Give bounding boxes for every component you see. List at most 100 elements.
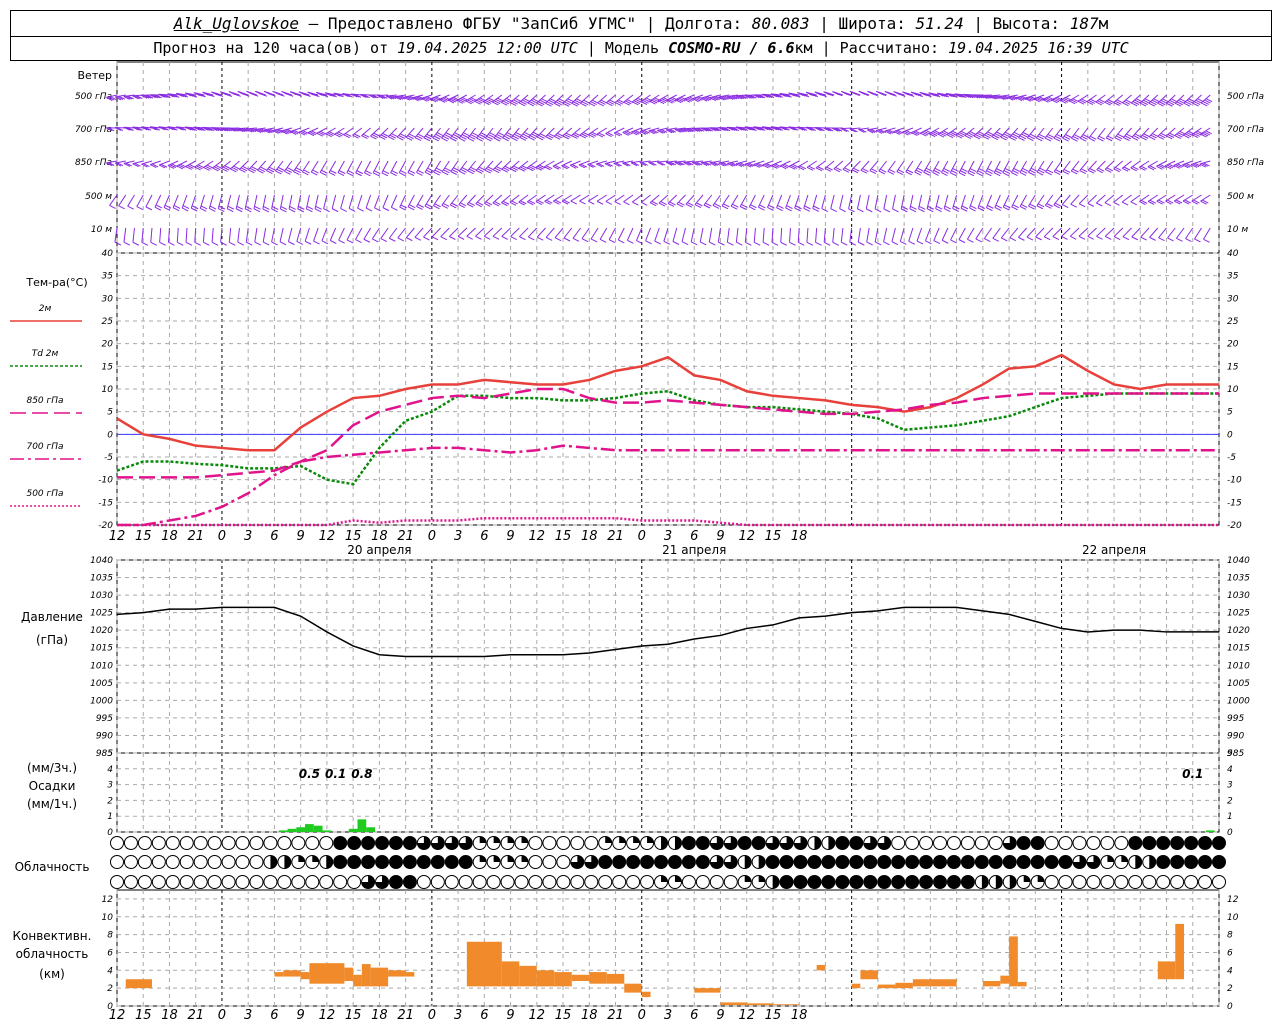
cloud-symbol-fill [521, 836, 529, 843]
wind-barb-feather [150, 241, 157, 246]
cloud-symbol-circle [1128, 875, 1143, 889]
wind-barb-staff [509, 194, 520, 203]
cloud-symbol-circle [1086, 836, 1101, 850]
wind-barb [1192, 94, 1204, 107]
wind-barb [449, 227, 459, 240]
cloud-symbol [361, 855, 376, 869]
wind-barb [1095, 194, 1106, 207]
cloud-symbol [891, 836, 906, 850]
cloud-symbol [695, 836, 710, 850]
cloud-symbol-circle [1184, 855, 1199, 869]
wind-barb-feather [605, 200, 613, 205]
temperature-ytick-left: 5 [107, 408, 113, 418]
wind-barb-feather [994, 170, 1002, 175]
wind-barb [510, 227, 520, 240]
cloud-symbol-circle [137, 855, 152, 869]
wind-barb [441, 194, 450, 209]
wind-barb-staff [545, 227, 555, 238]
wind-barb-feather [1003, 206, 1010, 211]
wind-barb-staff [519, 227, 529, 238]
wind-barb [648, 160, 660, 166]
wind-barb [1165, 127, 1176, 140]
cloud-symbol [416, 875, 431, 889]
wind-barb-staff [721, 194, 730, 207]
x-tick-label-bottom: 12 [109, 1008, 126, 1023]
wind-barb-staff [857, 227, 861, 243]
wind-barb-feather [943, 208, 951, 212]
wind-barb [380, 227, 389, 243]
wind-barb [1174, 127, 1187, 139]
convective-bar [554, 972, 572, 987]
convective-bar [1009, 936, 1018, 987]
wind-barb [545, 227, 555, 241]
wind-barb [407, 194, 416, 211]
wind-barb [159, 227, 166, 246]
wind-barb-feather [168, 241, 175, 246]
cloud-symbol [542, 836, 557, 850]
wind-barb-feather [356, 170, 363, 175]
precip-ytick-right: 2 [1227, 796, 1233, 806]
cloud-symbol [165, 875, 180, 889]
cloud-symbol [1016, 855, 1031, 869]
wind-barb-feather [968, 170, 976, 175]
wind-barb-staff [824, 160, 835, 169]
cloud-symbol [221, 855, 236, 869]
wind-barb-staff [1104, 227, 1115, 237]
wind-barb-feather [663, 240, 671, 245]
wind-barb [1079, 160, 1089, 174]
wind-barb-staff [361, 127, 371, 136]
wind-barb [1200, 94, 1213, 107]
cloud-symbol [779, 836, 794, 850]
wind-barb-staff [815, 227, 818, 243]
wind-barb-feather [159, 241, 166, 246]
x-tick-label-bottom: 0 [638, 1008, 646, 1023]
wind-barb [141, 227, 149, 246]
wind-barb-staff [626, 227, 634, 241]
cloud-symbol-circle [974, 855, 989, 869]
wind-barb-staff [220, 227, 223, 243]
wind-barb [815, 227, 822, 246]
wind-barb-staff [518, 94, 529, 104]
wind-barb-feather [365, 170, 372, 175]
wind-barb [1061, 227, 1071, 240]
cloud-symbol-fill [493, 855, 501, 862]
wind-barb [449, 194, 459, 209]
cloud-symbol-fill [995, 875, 1003, 889]
wind-barb-feather [806, 241, 814, 246]
cloud-symbol [863, 836, 878, 850]
cloud-symbol [333, 875, 348, 889]
wind-barb-staff [1053, 194, 1062, 206]
cloud-symbol-circle [960, 855, 975, 869]
wind-barb-feather [943, 167, 950, 172]
wind-barb-staff [1019, 160, 1028, 173]
cloud-symbol-circle [891, 855, 906, 869]
precip-ytick-left: 0 [107, 828, 113, 838]
precip-ytick-left: 1 [107, 812, 113, 822]
wind-barb [127, 194, 135, 210]
cloud-symbol-circle [123, 855, 138, 869]
wind-barb-feather [279, 241, 287, 246]
convective-bar [720, 1002, 747, 1006]
cloud-symbol [821, 875, 836, 889]
wind-barb-staff [483, 227, 494, 237]
day-label: 22 апреля [1082, 543, 1146, 557]
wind-barb-feather [391, 206, 398, 211]
wind-barb-feather [759, 204, 766, 209]
cloud-symbol [486, 875, 501, 889]
wind-barb-feather [804, 205, 811, 210]
wind-barb [892, 194, 899, 213]
wind-barb-feather [381, 172, 389, 177]
wind-barb-feather [218, 208, 225, 213]
wind-barb-staff [377, 94, 389, 97]
wind-barb-feather [209, 207, 216, 212]
wind-barb [588, 127, 599, 138]
wind-barb [432, 194, 442, 210]
wind-barb-staff [416, 160, 424, 173]
wind-barb-staff [694, 194, 704, 205]
cloud-symbol-fill [1121, 855, 1128, 862]
wind-barb [632, 194, 643, 206]
x-tick-label-bottom: 9 [506, 1008, 514, 1023]
wind-barb [1026, 227, 1036, 241]
cloud-symbol-circle [793, 855, 808, 869]
wind-barb [614, 94, 625, 106]
